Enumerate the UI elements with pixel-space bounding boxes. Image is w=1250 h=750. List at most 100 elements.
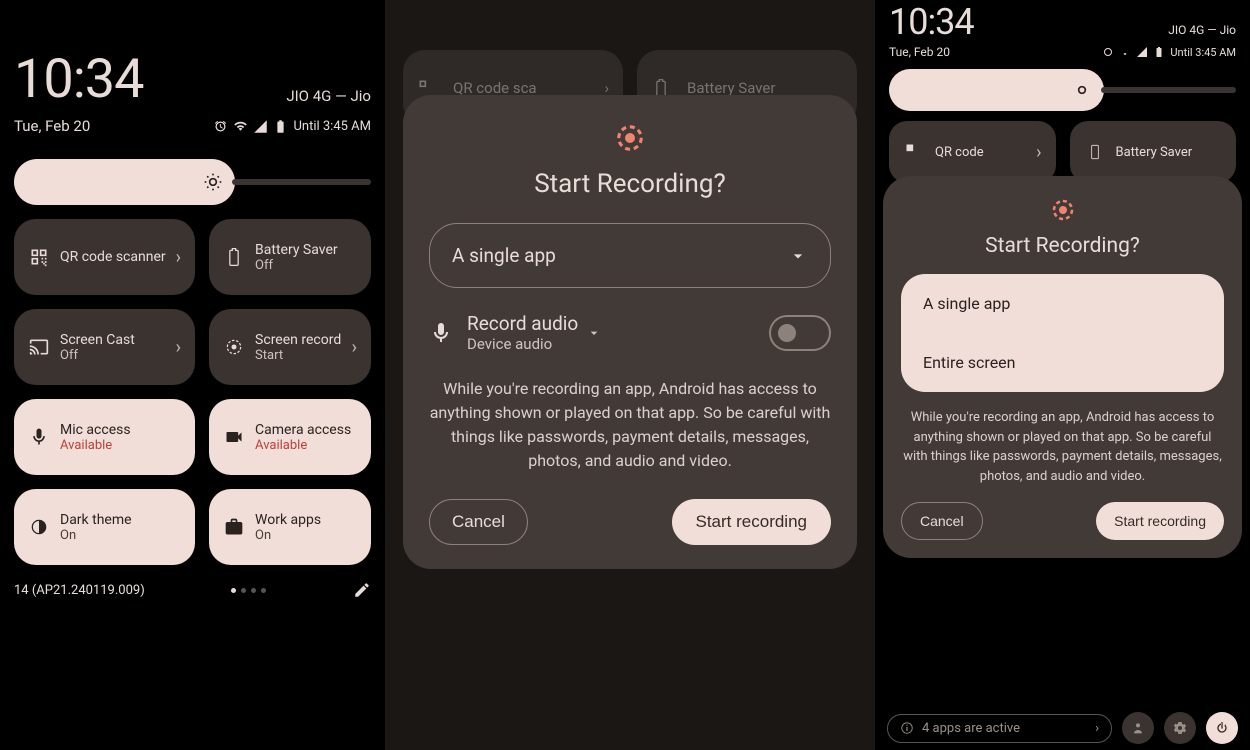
power-icon	[1214, 720, 1230, 736]
start-recording-button[interactable]: Start recording	[1096, 502, 1224, 540]
date: Tue, Feb 20	[14, 117, 90, 135]
tile-label: Battery Saver	[255, 242, 357, 258]
cancel-button[interactable]: Cancel	[901, 502, 983, 540]
alarm-icon	[1102, 46, 1114, 58]
record-icon	[223, 336, 245, 358]
carrier: JIO 4G — Jio	[1168, 23, 1236, 37]
warning-text: While you're recording an app, Android h…	[429, 377, 831, 473]
dialog-title: Start Recording?	[429, 169, 831, 199]
tile-battery-saver[interactable]: Battery SaverOff	[209, 219, 371, 295]
tile-label: QR code scanner	[60, 249, 166, 265]
tile-qr-scanner[interactable]: QR code scanner ›	[14, 219, 195, 295]
clock-row: 10:34 JIO 4G — Jio	[889, 1, 1236, 43]
clock-row: 10:34 JIO 4G — Jio	[14, 48, 371, 111]
wifi-icon	[1119, 46, 1131, 58]
warning-text: While you're recording an app, Android h…	[901, 408, 1224, 486]
alarm-icon	[213, 119, 228, 134]
gear-icon	[1172, 720, 1188, 736]
tile-label: Mic access	[60, 422, 181, 438]
signal-icon	[253, 119, 268, 134]
qr-icon	[28, 246, 50, 268]
tile-mic-access[interactable]: Mic accessAvailable	[14, 399, 195, 475]
tile-sub: Off	[60, 348, 166, 363]
date-row: Tue, Feb 20 Until 3:45 AM	[889, 45, 1236, 59]
bg-tile-qr: QR code ›	[889, 121, 1056, 183]
clock: 10:34	[14, 48, 143, 111]
tile-sub: Off	[255, 258, 357, 273]
date: Tue, Feb 20	[889, 45, 950, 59]
tile-dark-theme[interactable]: Dark themeOn	[14, 489, 195, 565]
until-text: Until 3:45 AM	[1170, 46, 1236, 59]
bg-tile-battery: Battery Saver	[1070, 121, 1237, 183]
camera-icon	[223, 426, 245, 448]
brightness-slider[interactable]	[14, 159, 371, 205]
tiles-grid: QR code › Battery Saver	[889, 121, 1236, 183]
record-icon	[615, 123, 645, 153]
chevron-right-icon: ›	[1036, 142, 1041, 163]
brightness-slider[interactable]	[889, 69, 1236, 111]
tile-label: Screen Cast	[60, 332, 166, 348]
page-dots	[231, 588, 266, 593]
dropdown-icon[interactable]	[586, 325, 602, 341]
tile-label: Battery Saver	[1116, 145, 1223, 160]
until-text: Until 3:45 AM	[293, 119, 371, 134]
brightness-icon	[203, 172, 223, 192]
person-button[interactable]	[1122, 712, 1154, 744]
tile-work-apps[interactable]: Work appsOn	[209, 489, 371, 565]
dialog-panel: QR code sca › Battery Saver Start Record…	[385, 0, 875, 750]
start-recording-dialog: Start Recording? A single app Entire scr…	[883, 176, 1242, 558]
carrier: JIO 4G — Jio	[286, 87, 371, 105]
option-entire-screen[interactable]: Entire screen	[901, 333, 1224, 392]
tile-screen-record[interactable]: Screen recordStart ›	[209, 309, 371, 385]
cast-icon	[28, 336, 50, 358]
bottom-bar: 4 apps are active ›	[887, 706, 1238, 750]
chevron-down-icon	[788, 246, 808, 266]
chevron-right-icon: ›	[1095, 721, 1099, 736]
power-button[interactable]	[1206, 712, 1238, 744]
tile-label: Camera access	[255, 422, 357, 438]
cancel-button[interactable]: Cancel	[429, 499, 528, 545]
battery-icon	[273, 119, 288, 134]
chevron-right-icon: ›	[176, 247, 181, 268]
apps-active-pill[interactable]: 4 apps are active ›	[887, 714, 1112, 743]
tile-label: Screen record	[255, 332, 342, 348]
settings-button[interactable]	[1164, 712, 1196, 744]
tiles-grid: QR code scanner › Battery SaverOff Scree…	[14, 219, 371, 565]
chevron-right-icon: ›	[176, 337, 181, 358]
brightness-icon	[1072, 80, 1092, 100]
start-recording-button[interactable]: Start recording	[672, 499, 832, 545]
status-icons: Until 3:45 AM	[1102, 46, 1236, 59]
dropdown-value: A single app	[452, 244, 556, 267]
scope-options: A single app Entire screen	[901, 274, 1224, 392]
scope-dropdown[interactable]: A single app	[429, 223, 831, 288]
dialog-options-panel: 10:34 JIO 4G — Jio Tue, Feb 20 Until 3:4…	[875, 0, 1250, 750]
chevron-right-icon: ›	[352, 337, 357, 358]
quick-settings-panel: 10:34 JIO 4G — Jio Tue, Feb 20 Until 3:4…	[0, 0, 385, 750]
start-recording-dialog: Start Recording? A single app Record aud…	[403, 95, 857, 569]
wifi-icon	[233, 119, 248, 134]
briefcase-icon	[223, 516, 245, 538]
apps-active-label: 4 apps are active	[922, 721, 1020, 736]
status-icons: Until 3:45 AM	[213, 119, 371, 134]
clock: 10:34	[889, 1, 974, 43]
dark-icon	[28, 516, 50, 538]
tile-screen-cast[interactable]: Screen CastOff ›	[14, 309, 195, 385]
dialog-title: Start Recording?	[901, 234, 1224, 258]
tile-sub: Available	[60, 438, 181, 453]
battery-icon	[1084, 141, 1106, 163]
audio-toggle[interactable]	[769, 315, 831, 351]
date-row: Tue, Feb 20 Until 3:45 AM	[14, 117, 371, 135]
tile-camera-access[interactable]: Camera accessAvailable	[209, 399, 371, 475]
build-row: 14 (AP21.240119.009)	[14, 581, 371, 599]
edit-icon[interactable]	[353, 581, 371, 599]
battery-icon	[223, 246, 245, 268]
option-single-app[interactable]: A single app	[901, 274, 1224, 333]
record-icon	[1051, 198, 1075, 222]
signal-icon	[1136, 46, 1148, 58]
person-icon	[1130, 720, 1146, 736]
info-icon	[900, 721, 914, 735]
qr-icon	[903, 141, 925, 163]
tile-sub: On	[60, 528, 181, 543]
tile-label: Dark theme	[60, 512, 181, 528]
audio-row: Record audio Device audio	[429, 312, 831, 353]
